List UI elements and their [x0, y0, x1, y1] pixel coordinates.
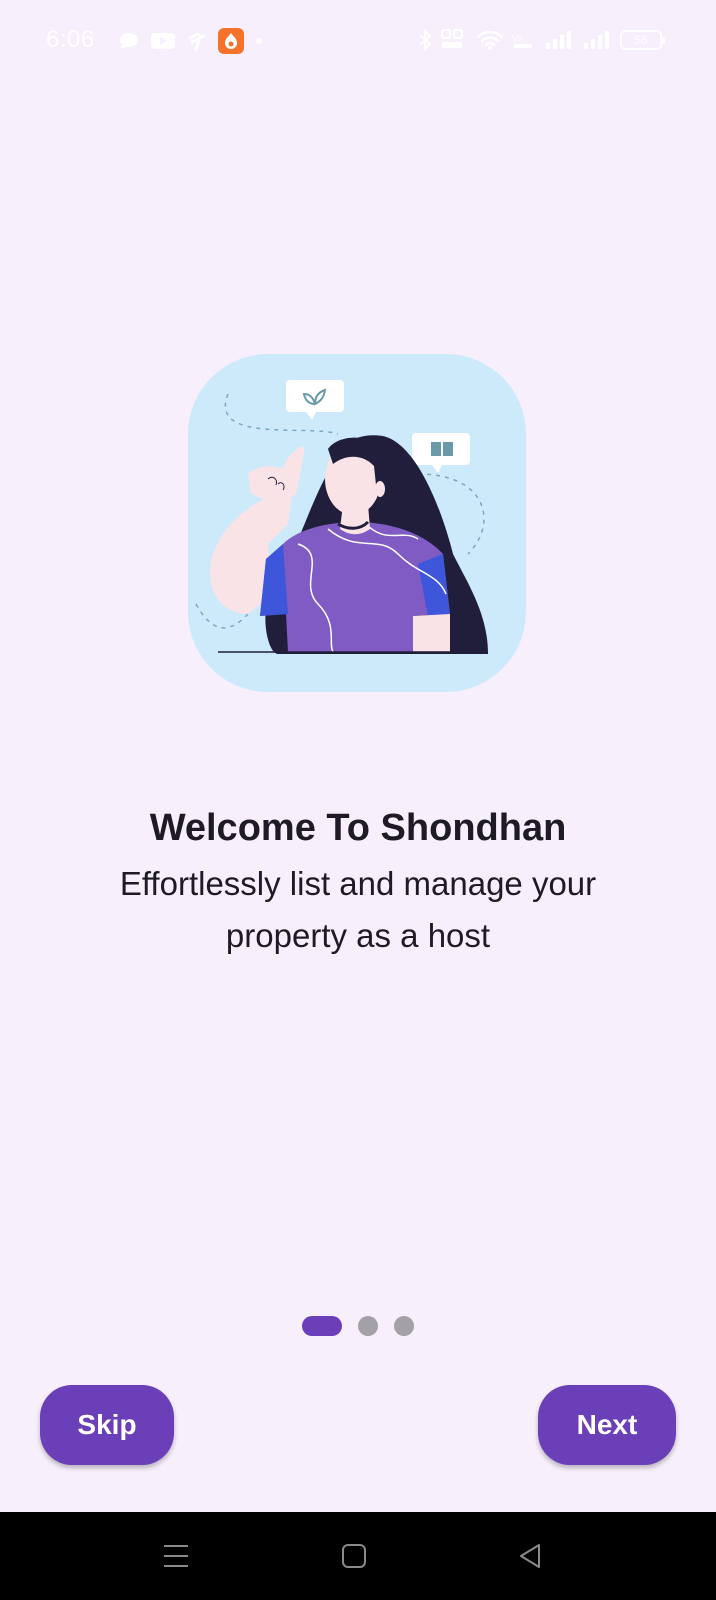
app-badge-icon	[218, 28, 244, 54]
back-triangle-icon[interactable]	[512, 1540, 548, 1572]
onboarding-subtitle: Effortlessly list and manage your proper…	[119, 865, 597, 954]
signal-bars-icon	[544, 29, 574, 51]
bluetooth-icon	[418, 29, 432, 51]
status-right-icons: Vo 56	[418, 28, 665, 52]
onboarding-title: Welcome To Shondhan	[149, 807, 567, 849]
volte-icon: Vo	[512, 29, 536, 51]
page-dot-1-active[interactable]	[302, 1316, 342, 1336]
skip-button[interactable]: Skip	[40, 1385, 174, 1465]
status-time: 6:06	[46, 26, 95, 53]
wifi-icon	[476, 29, 504, 51]
page-dot-2[interactable]	[358, 1316, 378, 1336]
youtube-icon	[150, 31, 176, 51]
next-button[interactable]: Next	[538, 1385, 676, 1465]
onboarding-text: Welcome To Shondhan Effortlessly list an…	[0, 800, 716, 962]
chat-bubble-icon	[118, 31, 140, 51]
status-bar: 6:06 Vo 56	[0, 0, 716, 84]
menu-icon[interactable]	[158, 1540, 194, 1572]
home-square-icon[interactable]	[336, 1540, 372, 1572]
data-speed-icon	[440, 28, 468, 52]
signal-app-icon	[186, 30, 208, 52]
onboarding-illustration	[188, 354, 526, 692]
status-left-icons	[118, 28, 264, 54]
page-indicator	[0, 1316, 716, 1336]
battery-icon: 56	[620, 30, 665, 50]
svg-text:Vo: Vo	[512, 33, 523, 43]
signal-bars-icon	[582, 29, 612, 51]
woman-pointing-illustration	[188, 354, 526, 692]
system-nav-bar	[0, 1512, 716, 1600]
battery-level: 56	[634, 33, 648, 47]
dot-icon	[254, 36, 264, 46]
page-dot-3[interactable]	[394, 1316, 414, 1336]
